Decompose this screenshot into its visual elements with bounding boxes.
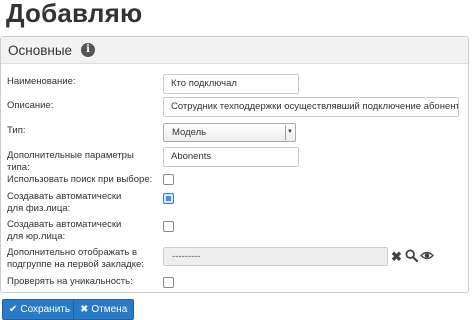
check-icon: ✔ (9, 304, 18, 315)
description-input[interactable]: Сотрудник техподдержки осуществлявший по… (163, 97, 459, 117)
close-icon[interactable]: ✖ (391, 250, 402, 263)
use-search-checkbox[interactable] (163, 174, 174, 185)
subgroup-select[interactable]: --------- (163, 247, 388, 266)
name-label: Наименование: (7, 76, 76, 87)
save-button-label: Сохранить (20, 304, 71, 315)
type-select[interactable]: Модель ▼ (163, 123, 296, 142)
search-icon[interactable] (405, 249, 419, 264)
show-subgroup-label: Дополнительно отображать в подгруппе на … (7, 247, 144, 270)
use-search-label: Использовать поиск при выборе: (7, 174, 153, 185)
page-title: Добавляю (6, 0, 143, 28)
close-icon: ✖ (80, 304, 89, 315)
type-label: Тип: (7, 125, 26, 136)
save-button[interactable]: ✔ Сохранить (2, 299, 78, 320)
info-icon[interactable]: i (81, 43, 95, 57)
name-input[interactable]: Кто подключал (163, 74, 299, 94)
panel-title: Основные (8, 43, 73, 58)
auto-create-jur-label: Создавать автоматически для юр.лица: (7, 219, 122, 242)
check-unique-checkbox[interactable] (163, 277, 174, 288)
panel-header: Основные i (1, 37, 468, 64)
auto-create-jur-checkbox[interactable] (163, 221, 174, 232)
type-params-label: Дополнительные параметры типа: (7, 150, 134, 173)
type-params-input[interactable]: Abonents (163, 147, 299, 167)
cancel-button[interactable]: ✖ Отмена (73, 299, 135, 320)
eye-icon[interactable] (420, 249, 434, 264)
auto-create-phys-checkbox[interactable] (163, 193, 174, 204)
description-label: Описание: (7, 100, 54, 111)
cancel-button-label: Отмена (91, 304, 128, 315)
check-unique-label: Проверять на уникальность: (7, 276, 133, 287)
chevron-down-icon: ▼ (285, 125, 294, 140)
type-select-value: Модель (172, 127, 207, 138)
auto-create-phys-label: Создавать автоматически для физ.лица: (7, 191, 122, 214)
